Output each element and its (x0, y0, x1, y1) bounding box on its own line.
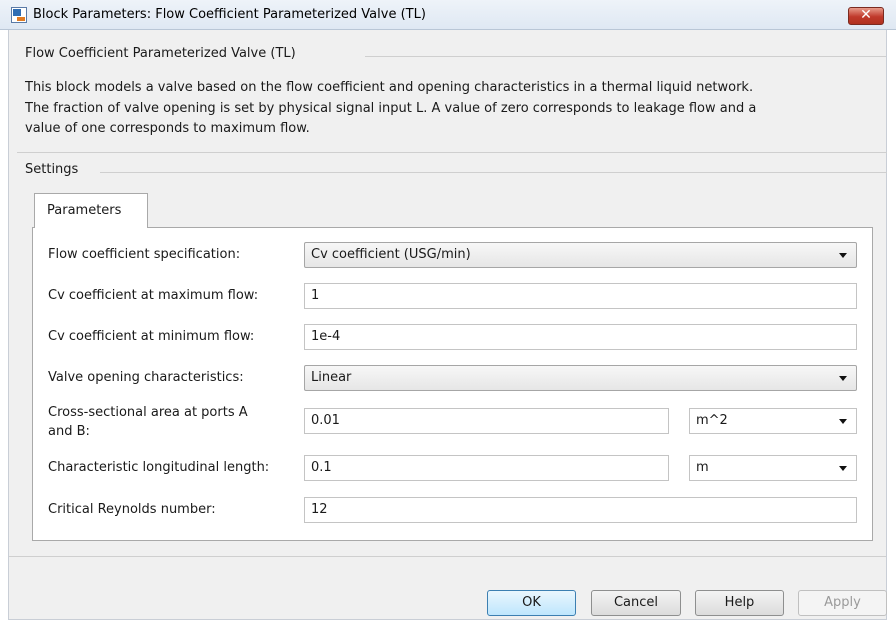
length-unit-select[interactable]: m (689, 455, 857, 481)
cv-max-input[interactable]: 1 (304, 283, 857, 309)
cancel-button[interactable]: Cancel (591, 590, 681, 616)
settings-group-rule (100, 172, 887, 173)
ok-button[interactable]: OK (487, 590, 576, 616)
area-unit-value: m^2 (696, 413, 728, 428)
area-label-line: and B: (48, 424, 90, 439)
settings-separator (17, 152, 887, 153)
description-line: This block models a valve based on the f… (25, 80, 754, 95)
flow-coefficient-spec-label: Flow coefficient specification: (48, 247, 241, 262)
length-input[interactable]: 0.1 (304, 455, 669, 481)
footer-separator (9, 556, 886, 557)
opening-characteristics-value: Linear (311, 370, 352, 385)
chevron-down-icon (839, 253, 847, 258)
close-button[interactable]: ✕ (848, 7, 884, 25)
opening-characteristics-label: Valve opening characteristics: (48, 370, 244, 385)
cv-min-input[interactable]: 1e-4 (304, 324, 857, 350)
window-title: Block Parameters: Flow Coefficient Param… (33, 7, 426, 22)
opening-characteristics-dropdown[interactable]: Linear (304, 365, 857, 391)
length-unit-value: m (696, 460, 709, 475)
chevron-down-icon (839, 419, 847, 424)
cv-min-label: Cv coefficient at minimum flow: (48, 329, 255, 344)
area-input[interactable]: 0.01 (304, 408, 669, 434)
settings-label: Settings (25, 162, 79, 177)
block-name: Flow Coefficient Parameterized Valve (TL… (25, 46, 296, 61)
chevron-down-icon (839, 376, 847, 381)
chevron-down-icon (839, 466, 847, 471)
apply-button[interactable]: Apply (798, 590, 887, 616)
area-unit-select[interactable]: m^2 (689, 408, 857, 434)
flow-coefficient-spec-value: Cv coefficient (USG/min) (311, 247, 471, 262)
description-line: The fraction of valve opening is set by … (25, 100, 757, 116)
area-label: Cross-sectional area at ports A and B: (48, 403, 248, 441)
help-button[interactable]: Help (695, 590, 784, 616)
area-label-line: Cross-sectional area at ports A (48, 405, 248, 420)
flow-coefficient-spec-dropdown[interactable]: Cv coefficient (USG/min) (304, 242, 857, 268)
tab-parameters[interactable]: Parameters (34, 193, 148, 228)
block-group-rule (365, 56, 886, 57)
reynolds-label: Critical Reynolds number: (48, 502, 216, 517)
reynolds-input[interactable]: 12 (304, 497, 857, 523)
simulink-block-icon (11, 7, 27, 23)
title-bar: Block Parameters: Flow Coefficient Param… (0, 0, 896, 30)
block-description: This block models a valve based on the f… (25, 78, 885, 140)
cv-max-label: Cv coefficient at maximum flow: (48, 288, 259, 303)
close-icon: ✕ (860, 7, 872, 23)
length-label: Characteristic longitudinal length: (48, 460, 270, 475)
description-line: value of one corresponds to maximum flow… (25, 121, 310, 136)
